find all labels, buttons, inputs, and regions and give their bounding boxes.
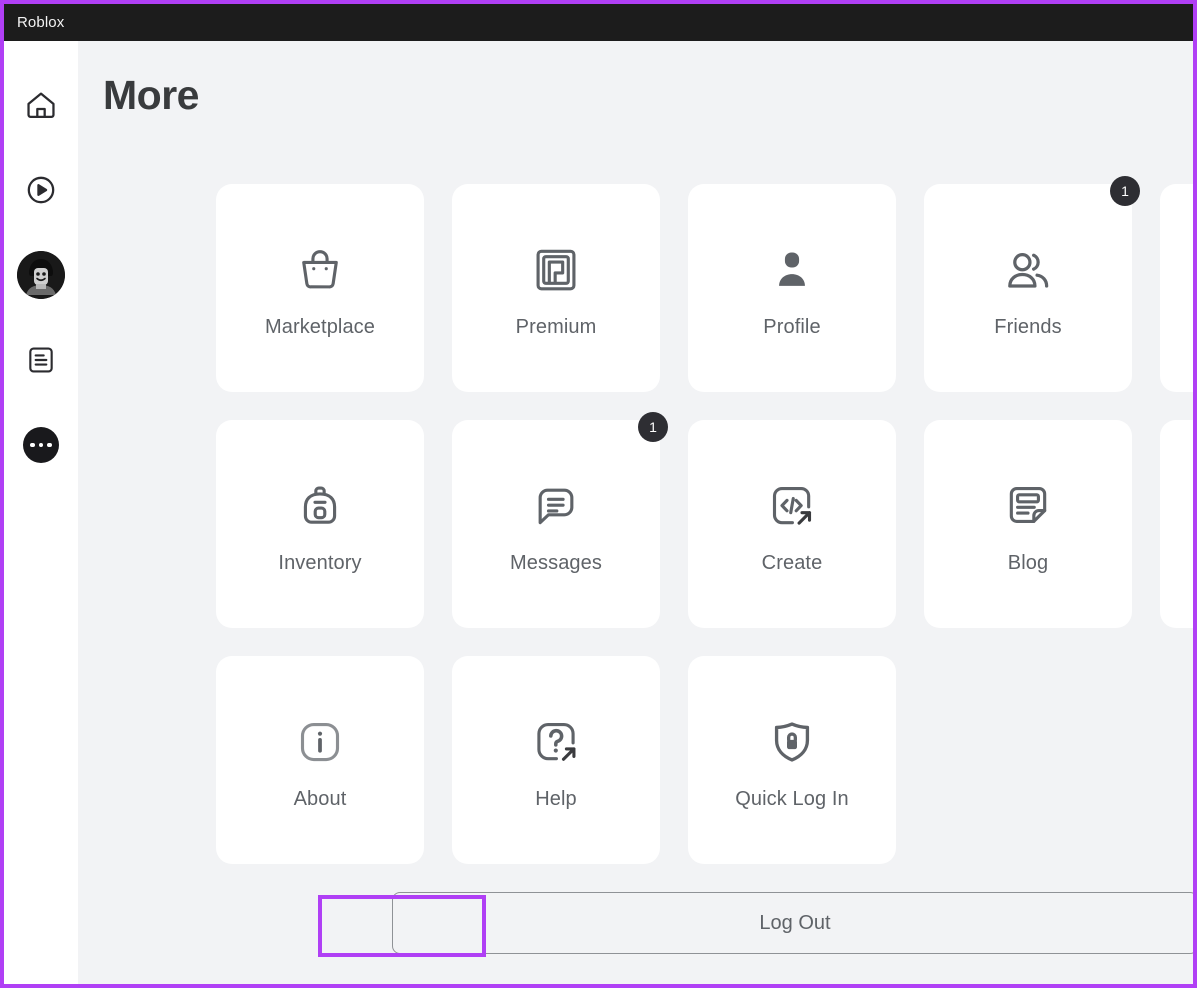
sidebar-nav-rail <box>4 41 78 984</box>
tile-label: Friends <box>994 315 1062 338</box>
sidebar-item-more[interactable] <box>17 421 65 469</box>
logout-row: Log Out <box>392 892 1193 954</box>
question-external-link-icon <box>531 710 581 774</box>
log-out-button[interactable]: Log Out <box>392 892 1193 954</box>
tile-label: Inventory <box>278 551 362 574</box>
tile-messages[interactable]: 1 Messages <box>452 412 668 628</box>
info-icon <box>295 710 345 774</box>
tile-create[interactable]: Create <box>688 420 896 628</box>
tile-help[interactable]: Help <box>452 656 660 864</box>
person-icon <box>767 238 817 302</box>
more-dots-icon <box>23 427 59 463</box>
tile-placeholder-2[interactable] <box>1160 420 1193 628</box>
tile-marketplace[interactable]: Marketplace <box>216 184 424 392</box>
people-icon <box>1002 238 1054 302</box>
tile-label: Messages <box>510 551 602 574</box>
play-circle-icon <box>24 173 58 207</box>
shield-lock-icon <box>767 710 817 774</box>
tile-profile[interactable]: Profile <box>688 184 896 392</box>
tile-inventory[interactable]: Inventory <box>216 420 424 628</box>
backpack-icon <box>295 474 345 538</box>
tile-premium[interactable]: Premium <box>452 184 660 392</box>
main-content: More Marketplace Premium Profile 1 Frien… <box>78 41 1193 984</box>
tile-quick-log-in[interactable]: Quick Log In <box>688 656 896 864</box>
tile-label: Create <box>761 551 823 574</box>
tile-label: Marketplace <box>264 315 376 338</box>
tile-label: About <box>293 787 347 810</box>
code-external-link-icon <box>767 474 817 538</box>
window-titlebar: Roblox <box>4 4 1193 41</box>
home-icon <box>24 88 58 122</box>
roblox-app-window: Roblox More Marketplace Premium Profile … <box>0 0 1197 988</box>
sidebar-item-avatar[interactable] <box>17 251 65 299</box>
tile-label: Premium <box>515 315 597 338</box>
tile-label: Help <box>535 787 577 810</box>
premium-icon <box>531 238 581 302</box>
status-badge: 1 <box>1110 176 1140 206</box>
tile-placeholder-1[interactable] <box>1160 184 1193 392</box>
shopping-bag-icon <box>295 238 345 302</box>
document-icon <box>25 344 57 376</box>
tile-label: Profile <box>763 315 821 338</box>
tile-label: Quick Log In <box>735 787 849 810</box>
avatar <box>17 251 65 299</box>
blog-icon <box>1003 474 1053 538</box>
tile-about[interactable]: About <box>216 656 424 864</box>
more-tiles-grid: Marketplace Premium Profile 1 Friends In… <box>216 176 1193 864</box>
window-title: Roblox <box>17 14 65 31</box>
page-title: More <box>103 72 199 118</box>
tile-label: Blog <box>1007 551 1049 574</box>
tile-blog[interactable]: Blog <box>924 420 1132 628</box>
message-icon <box>531 474 581 538</box>
sidebar-item-news[interactable] <box>17 336 65 384</box>
status-badge: 1 <box>638 412 668 442</box>
sidebar-item-home[interactable] <box>17 81 65 129</box>
tile-friends[interactable]: 1 Friends <box>924 176 1140 392</box>
sidebar-item-discover[interactable] <box>17 166 65 214</box>
